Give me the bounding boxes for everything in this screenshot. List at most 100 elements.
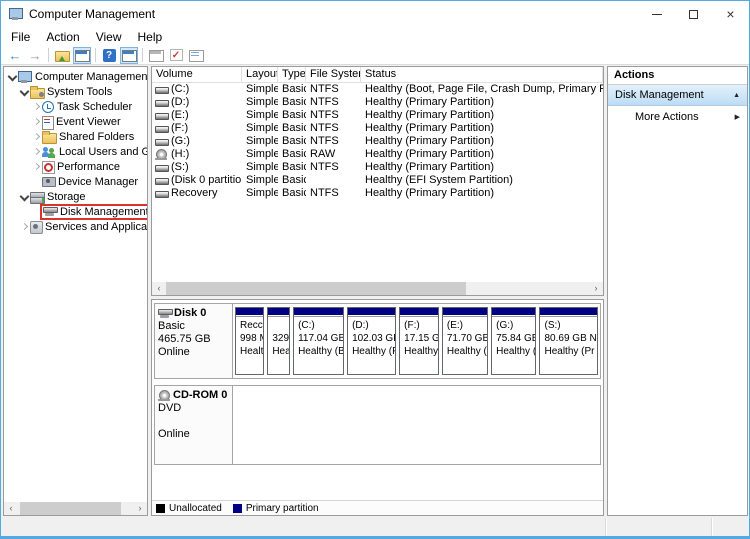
toolbar-button-back-arrow[interactable]: ←: [6, 47, 24, 64]
toolbar-separator: [95, 48, 96, 62]
collapsed-chevron-icon[interactable]: [31, 101, 42, 112]
tree-item-local-users-and-groups[interactable]: Local Users and Groups: [4, 144, 147, 159]
tree-item-event-viewer[interactable]: Event Viewer: [4, 114, 147, 129]
volume-filesystem: [306, 174, 361, 187]
scroll-left-icon[interactable]: ‹: [4, 502, 18, 515]
volume-row[interactable]: (S:): [152, 161, 242, 174]
tree-item-shared-folders[interactable]: Shared Folders: [4, 129, 147, 144]
tree-item-performance[interactable]: Performance: [4, 159, 147, 174]
primary-partition-color-bar: [400, 308, 438, 316]
actions-group-label: Disk Management: [615, 89, 733, 101]
scroll-left-icon[interactable]: ‹: [152, 282, 166, 295]
close-button[interactable]: ×: [712, 1, 749, 27]
volume-row[interactable]: (Disk 0 partition 2): [152, 174, 242, 187]
toolbar-button-console-window[interactable]: [73, 47, 91, 64]
collapsed-chevron-icon[interactable]: [31, 146, 42, 157]
partition-block-c[interactable]: (C:)117.04 GBHealthy (B: [293, 307, 344, 375]
tree-item-label: Disk Management: [57, 206, 147, 218]
tree-item-task-scheduler[interactable]: Task Scheduler: [4, 99, 147, 114]
partition-block-s[interactable]: (S:)80.69 GB NHealthy (Pr: [539, 307, 598, 375]
partition-block-d[interactable]: (D:)102.03 GBHealthy (P: [347, 307, 396, 375]
volume-scroll-track[interactable]: [166, 282, 589, 295]
toolbar-button-help[interactable]: ?: [100, 47, 118, 64]
menu-item-file[interactable]: File: [3, 28, 38, 46]
tree-horizontal-scrollbar[interactable]: ‹ ›: [4, 502, 147, 515]
disk0-label[interactable]: Disk 0 Basic 465.75 GB Online: [155, 304, 233, 378]
maximize-button[interactable]: [675, 1, 712, 27]
volume-row[interactable]: Recovery: [152, 187, 242, 200]
volume-row[interactable]: (C:): [152, 83, 242, 96]
tree-item-system-tools[interactable]: System Tools: [4, 84, 147, 99]
collapsed-chevron-icon[interactable]: [31, 116, 42, 127]
console-tree: Computer Management (LocalSystem ToolsTa…: [4, 67, 147, 502]
expanded-chevron-icon[interactable]: [7, 71, 18, 82]
disk0-status: Online: [158, 346, 229, 359]
volume-status: Healthy (Primary Partition): [361, 187, 603, 200]
partition-block-efi[interactable]: 329Hea: [267, 307, 290, 375]
tree-item-disk-management[interactable]: Disk Management: [4, 204, 147, 219]
disk-graphical-pane: Disk 0 Basic 465.75 GB Online Recc998 MH…: [151, 299, 604, 516]
toolbar-button-popup-window[interactable]: [147, 47, 165, 64]
column-header-volume[interactable]: Volume: [152, 67, 242, 83]
toolbar-button-show-console-tree[interactable]: [120, 47, 138, 64]
toolbar-button-checkmark[interactable]: ✓: [167, 47, 185, 64]
volume-scroll-thumb[interactable]: [166, 282, 466, 295]
volume-status: Healthy (EFI System Partition): [361, 174, 603, 187]
tree-item-label: Storage: [44, 191, 86, 203]
collapse-icon[interactable]: ▲: [733, 92, 740, 99]
legend-label: Primary partition: [246, 503, 319, 514]
disk-management-pane: VolumeLayoutTypeFile SystemStatus (C:)Si…: [151, 66, 604, 516]
menu-item-view[interactable]: View: [88, 28, 130, 46]
cdrom-label[interactable]: CD-ROM 0 DVD Online: [155, 386, 233, 464]
column-header-status[interactable]: Status: [361, 67, 603, 83]
partition-text: 329Hea: [268, 316, 289, 358]
column-header-layout[interactable]: Layout: [242, 67, 278, 83]
collapsed-chevron-icon[interactable]: [19, 221, 30, 232]
toolbar-button-forward-arrow[interactable]: →: [26, 47, 44, 64]
partition-block-recc[interactable]: Recc998 MHealt: [235, 307, 264, 375]
volume-horizontal-scrollbar[interactable]: ‹ ›: [152, 282, 603, 295]
volume-row[interactable]: (F:): [152, 122, 242, 135]
toolbar-button-up-folder[interactable]: [53, 47, 71, 64]
tree-item-device-manager[interactable]: Device Manager: [4, 174, 147, 189]
collapsed-chevron-icon[interactable]: [31, 131, 42, 142]
properties-icon: [189, 50, 203, 61]
volume-row[interactable]: (D:): [152, 96, 242, 109]
tree-item-computer-management-local[interactable]: Computer Management (Local: [4, 69, 147, 84]
collapsed-chevron-icon[interactable]: [31, 161, 42, 172]
more-actions-item[interactable]: More Actions ▶: [608, 106, 747, 127]
column-header-type[interactable]: Type: [278, 67, 306, 83]
expanded-chevron-icon[interactable]: [19, 191, 30, 202]
partition-block-g[interactable]: (G:)75.84 GB NHealthy (P: [491, 307, 536, 375]
volume-icon: [155, 139, 168, 145]
tree-scroll-thumb[interactable]: [20, 502, 121, 515]
tree-item-storage[interactable]: Storage: [4, 189, 147, 204]
scroll-right-icon[interactable]: ›: [133, 502, 147, 515]
menu-item-help[interactable]: Help: [130, 28, 171, 46]
cdrom-status: Online: [158, 428, 229, 441]
expanded-chevron-icon[interactable]: [19, 86, 30, 97]
popup-window-icon: [149, 50, 163, 61]
menu-item-action[interactable]: Action: [38, 28, 87, 46]
volume-type: Basic: [278, 109, 306, 122]
actions-group-disk-management[interactable]: Disk Management ▲: [608, 85, 747, 106]
volume-row[interactable]: (E:): [152, 109, 242, 122]
more-actions-label: More Actions: [635, 111, 735, 123]
partition-block-f[interactable]: (F:)17.15 GEHealthy: [399, 307, 439, 375]
tree-item-services-and-applications[interactable]: Services and Applications: [4, 219, 147, 234]
cdrom-media-area[interactable]: [233, 386, 600, 464]
toolbar-button-properties[interactable]: [187, 47, 205, 64]
volume-row[interactable]: (G:): [152, 135, 242, 148]
tree-scroll-track[interactable]: [18, 502, 133, 515]
partition-block-e[interactable]: (E:)71.70 GB NHealthy (P: [442, 307, 488, 375]
column-header-file-system[interactable]: File System: [306, 67, 361, 83]
volume-status: Healthy (Boot, Page File, Crash Dump, Pr…: [361, 83, 603, 96]
minimize-button[interactable]: [638, 1, 675, 27]
scroll-right-icon[interactable]: ›: [589, 282, 603, 295]
volume-row[interactable]: (H:): [152, 148, 242, 161]
primary-partition-color-bar: [236, 308, 263, 316]
users-icon: [42, 146, 56, 158]
cdrom-name: CD-ROM 0: [173, 389, 227, 402]
disk0-partitions: Recc998 MHealt 329Hea(C:)117.04 GBHealth…: [233, 304, 600, 378]
disk0-size: 465.75 GB: [158, 333, 229, 346]
